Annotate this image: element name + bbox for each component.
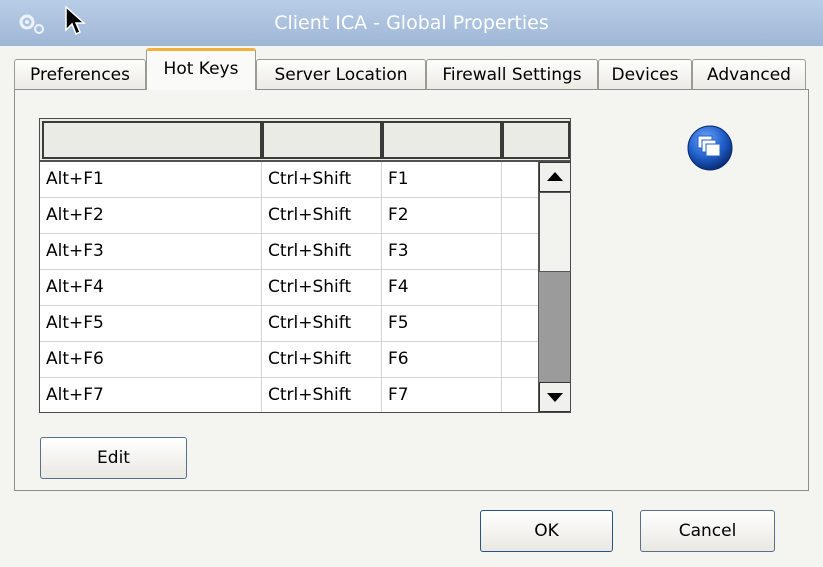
key-cell: F3	[382, 234, 502, 269]
key-cell: F4	[382, 270, 502, 305]
cancel-button[interactable]: Cancel	[640, 510, 775, 552]
table-row[interactable]: Alt+F6 Ctrl+Shift F6	[40, 342, 538, 378]
action-cell: Alt+F6	[40, 342, 262, 377]
table-row[interactable]: Alt+F7 Ctrl+Shift F7	[40, 378, 538, 412]
extra-cell	[502, 270, 538, 305]
extra-cell	[502, 378, 538, 412]
table-row[interactable]: Alt+F2 Ctrl+Shift F2	[40, 198, 538, 234]
modifier-cell: Ctrl+Shift	[262, 162, 382, 197]
table-row[interactable]: Alt+F1 Ctrl+Shift F1	[40, 162, 538, 198]
tab-firewall-settings[interactable]: Firewall Settings	[426, 59, 598, 89]
extra-cell	[502, 198, 538, 233]
window-title: Client ICA - Global Properties	[274, 12, 549, 34]
scroll-up-button[interactable]	[539, 162, 570, 192]
action-cell: Alt+F3	[40, 234, 262, 269]
action-cell: Alt+F1	[40, 162, 262, 197]
tab-preferences[interactable]: Preferences	[14, 59, 146, 89]
hotkeys-table[interactable]: Alt+F1 Ctrl+Shift F1 Alt+F2 Ctrl+Shift F…	[39, 118, 571, 413]
table-row[interactable]: Alt+F5 Ctrl+Shift F5	[40, 306, 538, 342]
modifier-cell: Ctrl+Shift	[262, 306, 382, 341]
ok-button[interactable]: OK	[480, 510, 613, 552]
modifier-cell: Ctrl+Shift	[262, 342, 382, 377]
extra-cell	[502, 234, 538, 269]
key-cell: F1	[382, 162, 502, 197]
action-cell: Alt+F7	[40, 378, 262, 412]
column-header-extra[interactable]	[502, 121, 570, 159]
tab-advanced[interactable]: Advanced	[692, 59, 806, 89]
key-cell: F2	[382, 198, 502, 233]
windows-stack-icon	[687, 125, 733, 171]
tab-devices[interactable]: Devices	[598, 59, 692, 89]
key-cell: F6	[382, 342, 502, 377]
extra-cell	[502, 162, 538, 197]
table-body: Alt+F1 Ctrl+Shift F1 Alt+F2 Ctrl+Shift F…	[40, 162, 538, 412]
column-header-modifier[interactable]	[262, 121, 382, 159]
edit-button[interactable]: Edit	[40, 437, 187, 479]
action-cell: Alt+F4	[40, 270, 262, 305]
title-bar[interactable]: Client ICA - Global Properties	[0, 0, 823, 46]
scroll-thumb[interactable]	[539, 192, 570, 272]
modifier-cell: Ctrl+Shift	[262, 198, 382, 233]
arrow-down-icon	[547, 393, 563, 402]
column-header-key[interactable]	[382, 121, 502, 159]
action-cell: Alt+F5	[40, 306, 262, 341]
table-row[interactable]: Alt+F4 Ctrl+Shift F4	[40, 270, 538, 306]
column-header-action[interactable]	[42, 121, 262, 159]
table-row[interactable]: Alt+F3 Ctrl+Shift F3	[40, 234, 538, 270]
tab-strip: Preferences Hot Keys Server Location Fir…	[14, 48, 814, 90]
modifier-cell: Ctrl+Shift	[262, 234, 382, 269]
table-header	[40, 119, 570, 162]
extra-cell	[502, 306, 538, 341]
vertical-scrollbar[interactable]	[538, 162, 570, 412]
key-cell: F7	[382, 378, 502, 412]
key-cell: F5	[382, 306, 502, 341]
modifier-cell: Ctrl+Shift	[262, 270, 382, 305]
modifier-cell: Ctrl+Shift	[262, 378, 382, 412]
tab-hot-keys[interactable]: Hot Keys	[146, 48, 256, 90]
action-cell: Alt+F2	[40, 198, 262, 233]
arrow-up-icon	[547, 172, 563, 181]
extra-cell	[502, 342, 538, 377]
tab-server-location[interactable]: Server Location	[256, 59, 426, 89]
scroll-down-button[interactable]	[539, 382, 570, 412]
